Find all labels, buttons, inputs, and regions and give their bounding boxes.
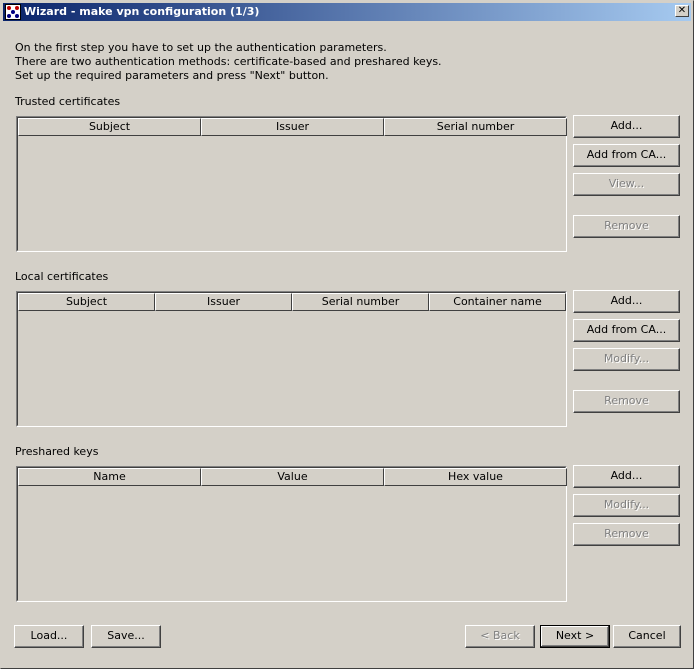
cancel-button[interactable]: Cancel [613,625,681,648]
column-name[interactable]: Name [18,468,201,486]
trusted-view-button[interactable]: View... [573,173,680,196]
trusted-add-button[interactable]: Add... [573,115,680,138]
back-button[interactable]: < Back [465,625,535,648]
column-subject[interactable]: Subject [18,293,155,311]
trusted-add-from-ca-button[interactable]: Add from CA... [573,144,680,167]
close-icon: ✕ [677,5,687,16]
local-add-from-ca-button[interactable]: Add from CA... [573,319,680,342]
local-certificates-list[interactable]: Subject Issuer Serial number Container n… [16,291,567,427]
local-modify-button[interactable]: Modify... [573,348,680,371]
load-button[interactable]: Load... [14,625,84,648]
local-certificates-label: Local certificates [15,270,109,283]
intro-line-3: Set up the required parameters and press… [15,69,329,82]
column-serial-number[interactable]: Serial number [384,118,567,136]
window-title: Wizard - make vpn configuration (1/3) [24,5,260,18]
preshared-keys-label: Preshared keys [15,445,99,458]
column-issuer[interactable]: Issuer [155,293,292,311]
preshared-add-button[interactable]: Add... [573,465,680,488]
column-value[interactable]: Value [201,468,384,486]
trusted-certificates-list[interactable]: Subject Issuer Serial number [16,116,567,252]
local-add-button[interactable]: Add... [573,290,680,313]
app-icon [5,4,21,20]
trusted-remove-button[interactable]: Remove [573,215,680,238]
column-issuer[interactable]: Issuer [201,118,384,136]
list-frame [17,467,566,601]
column-hex-value[interactable]: Hex value [384,468,567,486]
next-button[interactable]: Next > [540,625,610,648]
list-frame [17,292,566,426]
list-header: Subject Issuer Serial number [18,118,567,136]
column-subject[interactable]: Subject [18,118,201,136]
title-bar[interactable]: Wizard - make vpn configuration (1/3) ✕ [3,3,691,21]
wizard-window: Wizard - make vpn configuration (1/3) ✕ … [0,0,694,669]
preshared-remove-button[interactable]: Remove [573,523,680,546]
save-button[interactable]: Save... [91,625,161,648]
preshared-modify-button[interactable]: Modify... [573,494,680,517]
list-header: Name Value Hex value [18,468,567,486]
local-remove-button[interactable]: Remove [573,390,680,413]
column-serial-number[interactable]: Serial number [292,293,429,311]
intro-text: On the first step you have to set up the… [15,41,442,83]
list-frame [17,117,566,251]
intro-line-2: There are two authentication methods: ce… [15,55,442,68]
preshared-keys-list[interactable]: Name Value Hex value [16,466,567,602]
trusted-certificates-label: Trusted certificates [15,95,121,108]
list-header: Subject Issuer Serial number Container n… [18,293,566,311]
column-container-name[interactable]: Container name [429,293,566,311]
close-button[interactable]: ✕ [675,5,689,17]
intro-line-1: On the first step you have to set up the… [15,41,387,54]
